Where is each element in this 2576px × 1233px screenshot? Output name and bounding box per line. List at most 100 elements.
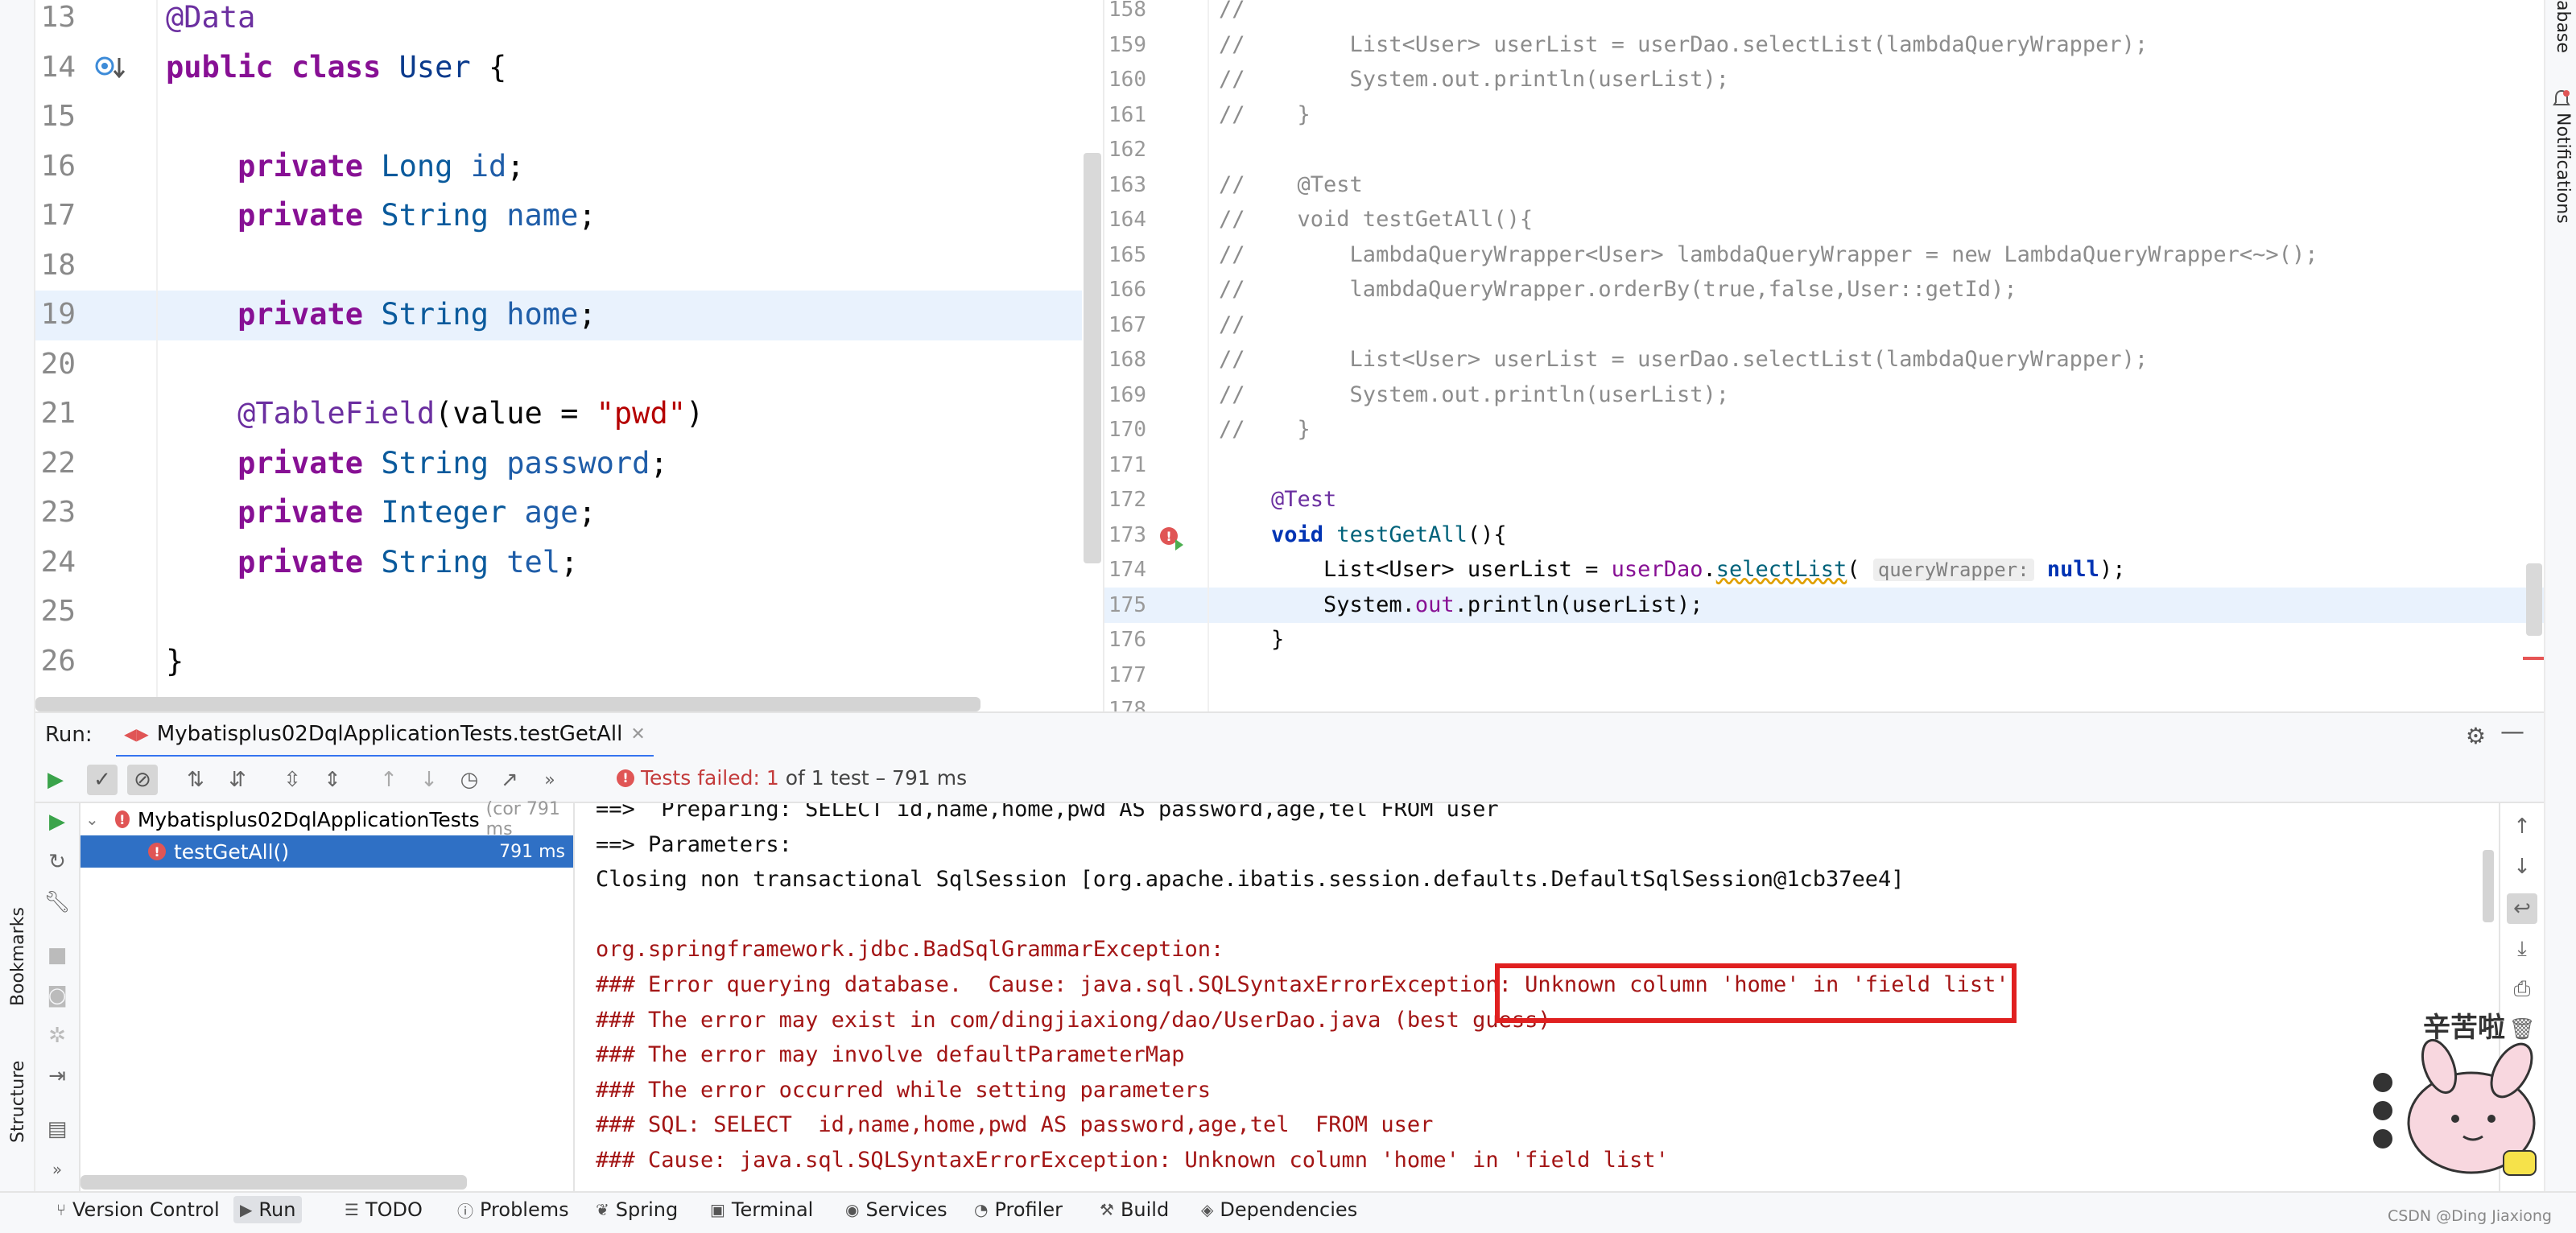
sort-by-duration-icon[interactable]: ⇵ [222, 765, 253, 795]
scroll-up-icon[interactable]: ↑ [2507, 811, 2537, 842]
structure-tab[interactable]: Structure [8, 1061, 28, 1143]
code-line[interactable]: 19 private String home; [35, 291, 1082, 340]
rerun-icon[interactable]: ▶ [40, 765, 71, 795]
code-line[interactable]: 178 [1104, 692, 2544, 711]
print-icon[interactable]: ⎙ [2507, 974, 2537, 1004]
next-failed-icon[interactable]: ↓ [414, 765, 444, 795]
left-horizontal-scrollbar[interactable] [35, 697, 980, 711]
right-vertical-scrollbar[interactable] [2526, 563, 2542, 636]
code-line[interactable]: 16 private Long id; [35, 142, 1082, 192]
code-line[interactable]: 15 [35, 93, 1082, 142]
previous-failed-icon[interactable]: ↑ [374, 765, 404, 795]
tool-window-build[interactable]: ⚒ Build [1093, 1196, 1175, 1223]
code-line[interactable]: 174 List<User> userList = userDao.select… [1104, 552, 2544, 588]
rerun-failed-icon[interactable]: ▶ [42, 806, 72, 837]
tool-window-todo[interactable]: ☰ TODO [338, 1196, 429, 1223]
left-vertical-scrollbar[interactable] [1084, 153, 1101, 563]
expand-all-icon[interactable]: ⇳ [277, 765, 308, 795]
gear-icon[interactable]: ⚙ [2466, 723, 2486, 749]
code-line[interactable]: 163 // @Test [1104, 167, 2544, 203]
user-class-editor[interactable]: 13 @Data 14 public class User {15 16 private… [35, 0, 1101, 711]
code-line[interactable]: 159 // List<User> userList = userDao.sele… [1104, 27, 2544, 63]
tool-window-problems[interactable]: ⓘ Problems [451, 1196, 576, 1223]
test-results-tree[interactable]: ⌄ ! Mybatisplus02DqlApplicationTests (co… [80, 799, 575, 1191]
export-results-icon[interactable]: ↗ [494, 765, 525, 795]
tree-row-test-class[interactable]: ⌄ ! Mybatisplus02DqlApplicationTests (co… [80, 799, 573, 839]
tree-horizontal-scrollbar[interactable] [80, 1175, 467, 1190]
code-line[interactable]: 161 // } [1104, 97, 2544, 133]
bookmarks-tab[interactable]: Bookmarks [8, 907, 28, 1006]
code-line[interactable]: 166 // lambdaQueryWrapper.orderBy(true,fa… [1104, 272, 2544, 307]
tool-window-dependencies[interactable]: ◈ Dependencies [1195, 1196, 1364, 1223]
code-line[interactable]: 23 private Integer age; [35, 489, 1082, 538]
code-token: ( [1847, 557, 1873, 582]
code-line[interactable]: 20 [35, 340, 1082, 390]
code-line[interactable]: 165 // LambdaQueryWrapper<User> lambdaQue… [1104, 237, 2544, 273]
code-line[interactable]: 25 [35, 588, 1082, 637]
sort-alphabetically-icon[interactable]: ⇅ [180, 765, 211, 795]
code-line[interactable]: 176 } [1104, 622, 2544, 658]
tool-window-terminal[interactable]: ▣ Terminal [704, 1196, 819, 1223]
bell-icon[interactable] [2552, 89, 2571, 109]
code-line[interactable]: 22 private String password; [35, 439, 1082, 489]
show-ignored-icon[interactable]: ⊘ [127, 765, 158, 795]
code-line[interactable]: 175 System.out.println(userList); [1104, 587, 2544, 623]
tool-window-version-control[interactable]: ⑂ Version Control [50, 1196, 226, 1223]
watermark: CSDN @Ding Jiaxiong [2387, 1207, 2552, 1225]
camera-icon[interactable]: ◙ [42, 980, 72, 1011]
run-test-gutter-icon[interactable]: ! [1158, 525, 1185, 552]
code-line[interactable]: 169 // System.out.println(userList); [1104, 377, 2544, 413]
debug-icon[interactable]: ✲ [42, 1021, 72, 1051]
toggle-auto-test-icon[interactable]: ↻ [42, 847, 72, 877]
notifications-tab[interactable]: Notifications [2553, 113, 2573, 224]
implementation-marker-icon[interactable] [93, 52, 129, 84]
code-line[interactable]: 26} [35, 637, 1082, 687]
code-line[interactable]: 162 [1104, 132, 2544, 167]
more-icon[interactable]: » [42, 1154, 72, 1185]
scroll-down-icon[interactable]: ↓ [2507, 852, 2537, 882]
soft-wrap-icon[interactable]: ↩ [2507, 893, 2537, 924]
collapse-all-icon[interactable]: ⇕ [317, 765, 348, 795]
code-line[interactable]: 172 @Test [1104, 482, 2544, 518]
code-line[interactable]: 18 [35, 241, 1082, 291]
line-number: 161 [1108, 102, 1146, 127]
tool-window-run[interactable]: ▶ Run [233, 1196, 303, 1223]
code-token: // System.out.println(userList); [1219, 67, 1729, 92]
error-stripe-marker[interactable] [2523, 657, 2544, 660]
more-icon[interactable]: » [535, 765, 565, 795]
code-line[interactable]: 168 // List<User> userList = userDao.sele… [1104, 342, 2544, 377]
tool-window-profiler[interactable]: ◔ Profiler [968, 1196, 1069, 1223]
code-line[interactable]: 17 private String name; [35, 192, 1082, 241]
code-line[interactable]: 167 // [1104, 307, 2544, 343]
tool-window-spring[interactable]: ❦ Spring [589, 1196, 684, 1223]
test-history-icon[interactable]: ◷ [454, 765, 485, 795]
close-tab-icon[interactable]: ✕ [630, 724, 645, 744]
layout-icon[interactable]: ▤ [42, 1114, 72, 1144]
code-line[interactable]: 164 // void testGetAll(){ [1104, 202, 2544, 237]
code-line[interactable]: 158 // [1104, 0, 2544, 27]
show-passed-icon[interactable]: ✓ [87, 765, 118, 795]
chevron-down-icon[interactable]: ⌄ [85, 810, 99, 829]
code-line[interactable]: 13 @Data [35, 0, 1082, 43]
wrench-icon[interactable]: 🔧︎ [42, 887, 72, 918]
hide-icon[interactable]: — [2500, 718, 2524, 746]
code-line[interactable]: 177 [1104, 658, 2544, 693]
code-line[interactable]: 14 public class User { [35, 43, 1082, 93]
code-line[interactable]: 21 @TableField(value = "pwd") [35, 390, 1082, 439]
stop-icon[interactable]: ■ [42, 940, 72, 971]
code-token: tel [506, 544, 561, 579]
database-tab[interactable]: abase [2553, 0, 2573, 53]
tree-row-test-method[interactable]: ! testGetAll() 791 ms [80, 835, 573, 868]
scroll-to-end-icon[interactable]: ⤓ [2507, 934, 2537, 964]
code-line[interactable]: 24 private String tel; [35, 538, 1082, 588]
run-config-tab[interactable]: ◀▶ Mybatisplus02DqlApplicationTests.test… [116, 713, 654, 758]
code-line[interactable]: 160 // System.out.println(userList); [1104, 62, 2544, 97]
code-line[interactable]: 171 [1104, 447, 2544, 483]
tool-window-services[interactable]: ◉ Services [839, 1196, 954, 1223]
line-number: 18 [40, 248, 76, 282]
test-class-editor[interactable]: 158 // 159 // List<User> userList = userDao… [1103, 0, 2544, 711]
import-icon[interactable]: ⇥ [42, 1061, 72, 1091]
code-line[interactable]: 173 void testGetAll(){ [1104, 518, 2544, 553]
console-scrollbar[interactable] [2483, 850, 2494, 922]
code-line[interactable]: 170 // } [1104, 412, 2544, 447]
